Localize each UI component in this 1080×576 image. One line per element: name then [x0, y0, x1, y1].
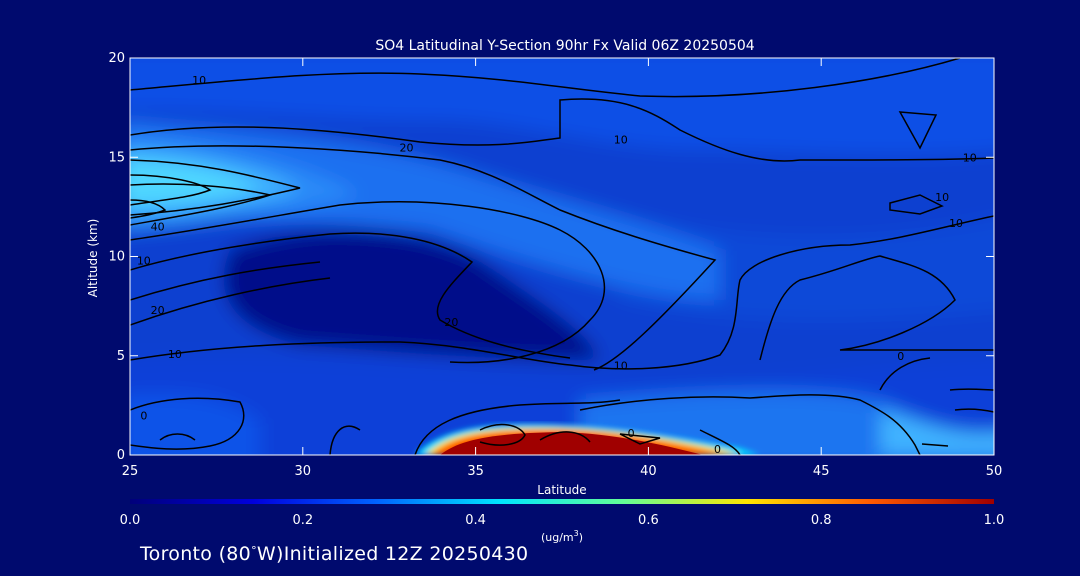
x-tick-label: 50 — [986, 464, 1003, 479]
contour-label: 10 — [614, 133, 628, 146]
colorbar-tick-label: 0.4 — [465, 513, 486, 528]
colorbar-tick-label: 0.8 — [811, 513, 832, 528]
contour-label: 40 — [151, 221, 165, 234]
x-axis-label: Latitude — [537, 483, 586, 497]
contour-label: 10 — [935, 191, 949, 204]
contour-line — [949, 388, 994, 391]
plot-area: 1020101010104010202010100000 — [130, 58, 994, 456]
chart-title: SO4 Latitudinal Y-Section 90hr Fx Valid … — [375, 38, 754, 54]
x-tick-label: 35 — [467, 464, 484, 479]
contour-label: 10 — [949, 217, 963, 230]
y-tick-label: 10 — [108, 250, 125, 265]
figure: SO4 Latitudinal Y-Section 90hr Fx Valid … — [86, 38, 1005, 544]
y-tick-label: 0 — [117, 448, 125, 463]
colorbar-label: (ug/m3) — [541, 529, 583, 544]
contour-label: 20 — [444, 316, 458, 329]
colorbar-ramp — [130, 499, 994, 504]
x-tick-label: 45 — [813, 464, 830, 479]
y-tick-label: 5 — [117, 349, 125, 364]
y-tick-label: 20 — [108, 51, 125, 66]
x-tick-label: 25 — [122, 464, 139, 479]
contour-label: 0 — [628, 427, 635, 440]
contour-label: 10 — [614, 360, 628, 373]
contour-label: 10 — [168, 348, 182, 361]
colorbar-ticks: 0.0 0.2 0.4 0.6 0.8 1.0 — [120, 513, 1005, 528]
x-tick-label: 40 — [640, 464, 657, 479]
contour-label: 0 — [140, 409, 147, 422]
colorbar-tick-label: 1.0 — [984, 513, 1005, 528]
contour-label: 20 — [399, 141, 413, 154]
y-axis-label: Altitude (km) — [86, 219, 100, 298]
footer-location: Toronto (80 — [140, 543, 252, 565]
colorbar-tick-label: 0.6 — [638, 513, 659, 528]
contour-label: 0 — [897, 350, 904, 363]
contour-label: 10 — [192, 74, 206, 87]
colorbar-tick-label: 0.2 — [292, 513, 313, 528]
footer-init: W)Initialized 12Z 20250430 — [256, 543, 529, 565]
contour-label: 10 — [137, 254, 151, 267]
footer-caption: Toronto (80°W)Initialized 12Z 20250430 — [140, 543, 528, 565]
colorbar-tick-label: 0.0 — [120, 513, 141, 528]
contour-label: 20 — [151, 304, 165, 317]
y-tick-label: 15 — [108, 150, 125, 165]
colorbar: 0.0 0.2 0.4 0.6 0.8 1.0 (ug/m3) — [120, 499, 1005, 544]
x-tick-label: 30 — [295, 464, 312, 479]
contour-label: 0 — [714, 443, 721, 456]
contour-label: 10 — [963, 151, 977, 164]
